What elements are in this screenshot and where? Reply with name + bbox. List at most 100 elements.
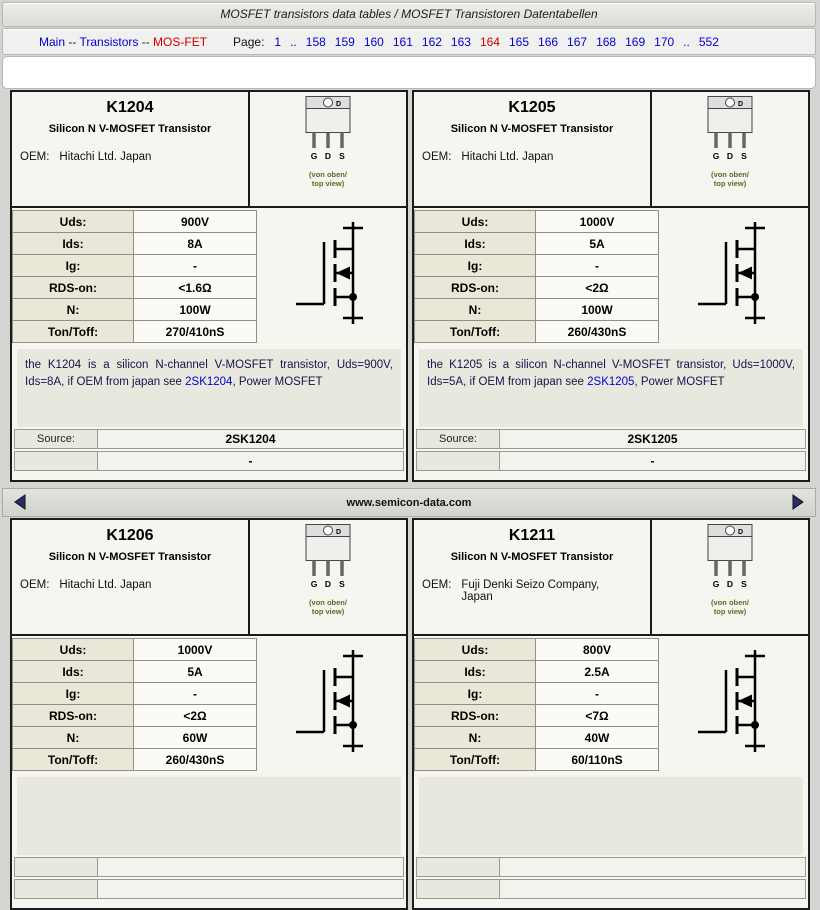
spec-row: Ig: - bbox=[12, 682, 257, 705]
page-link-160[interactable]: 160 bbox=[364, 35, 384, 49]
spec-label: Ton/Toff: bbox=[12, 320, 134, 343]
spec-label: N: bbox=[12, 726, 134, 749]
pin-label-s: S bbox=[339, 579, 345, 589]
page-link-162[interactable]: 162 bbox=[422, 35, 442, 49]
part-link[interactable]: 2SK1205 bbox=[587, 376, 634, 388]
oem-line: OEM: Hitachi Ltd. Japan bbox=[422, 151, 646, 163]
next-page-arrow[interactable] bbox=[789, 493, 807, 511]
spec-row: RDS-on: <7Ω bbox=[414, 704, 659, 727]
spec-value: - bbox=[133, 682, 257, 705]
oem-label: OEM: bbox=[20, 151, 50, 163]
spec-row: Ids: 2.5A bbox=[414, 660, 659, 683]
page-link-1[interactable]: 1 bbox=[274, 35, 281, 49]
to220-package-icon: D G D S bbox=[707, 524, 753, 589]
prev-arrow-icon bbox=[14, 494, 26, 510]
breadcrumb-item-transistors[interactable]: Transistors bbox=[79, 35, 138, 49]
pin-label-g: G bbox=[713, 151, 720, 161]
tab-pin-label: D bbox=[738, 529, 743, 536]
pin-label-d: D bbox=[727, 579, 733, 589]
note-row: - bbox=[14, 451, 404, 471]
spec-label: Uds: bbox=[414, 210, 536, 233]
spec-label: Ton/Toff: bbox=[414, 320, 536, 343]
oem-value: Hitachi Ltd. Japan bbox=[461, 151, 554, 163]
package-note: (von oben/ top view) bbox=[309, 598, 347, 616]
to220-package-icon: D G D S bbox=[305, 96, 351, 161]
spec-value: 60W bbox=[133, 726, 257, 749]
package-drawing: D G D S (von oben/ top view) bbox=[250, 92, 406, 206]
description: the K1204 is a silicon N-channel V-MOSFE… bbox=[17, 349, 401, 427]
spec-row: Ton/Toff: 270/410nS bbox=[12, 320, 257, 343]
spec-row: Uds: 1000V bbox=[414, 210, 659, 233]
spec-label: N: bbox=[12, 298, 134, 321]
spec-row: Ton/Toff: 260/430nS bbox=[12, 748, 257, 771]
spec-value: - bbox=[535, 254, 659, 277]
note-row bbox=[416, 879, 806, 899]
spec-row: N: 100W bbox=[12, 298, 257, 321]
breadcrumb-separator: -- bbox=[138, 34, 154, 49]
source-label: Source: bbox=[14, 429, 98, 449]
spec-row: Uds: 800V bbox=[414, 638, 659, 661]
spec-value: <2Ω bbox=[535, 276, 659, 299]
part-type: Silicon N V-MOSFET Transistor bbox=[48, 551, 212, 563]
page-link-165[interactable]: 165 bbox=[509, 35, 529, 49]
part-link[interactable]: 2SK1204 bbox=[185, 376, 232, 388]
breadcrumb-item-mos-fet[interactable]: MOS-FET bbox=[153, 35, 207, 49]
mosfet-symbol bbox=[257, 208, 406, 343]
page-link-161[interactable]: 161 bbox=[393, 35, 413, 49]
pin-label-g: G bbox=[311, 151, 318, 161]
page-link-163[interactable]: 163 bbox=[451, 35, 471, 49]
part-type: Silicon N V-MOSFET Transistor bbox=[48, 123, 212, 135]
spec-row: N: 60W bbox=[12, 726, 257, 749]
page-link-169[interactable]: 169 bbox=[625, 35, 645, 49]
page-link-166[interactable]: 166 bbox=[538, 35, 558, 49]
package-note-line1: (von oben/ bbox=[711, 598, 749, 607]
page-link-168[interactable]: 168 bbox=[596, 35, 616, 49]
mosfet-symbol bbox=[659, 636, 808, 771]
oem-line: OEM: Hitachi Ltd. Japan bbox=[20, 151, 244, 163]
package-note-line2: top view) bbox=[713, 179, 747, 188]
package-note-line1: (von oben/ bbox=[711, 170, 749, 179]
description-text-after: , Power MOSFET bbox=[634, 376, 725, 389]
spec-value: 1000V bbox=[535, 210, 659, 233]
spec-label: Ids: bbox=[414, 660, 536, 683]
spec-value: 8A bbox=[133, 232, 257, 255]
mosfet-symbol-icon bbox=[697, 222, 765, 324]
spec-label: RDS-on: bbox=[12, 704, 134, 727]
spec-row: Ton/Toff: 260/430nS bbox=[414, 320, 659, 343]
part-number: K1204 bbox=[106, 99, 154, 116]
spec-row: Ids: 5A bbox=[12, 660, 257, 683]
spec-label: Uds: bbox=[12, 210, 134, 233]
card-info: K1211 Silicon N V-MOSFET Transistor OEM:… bbox=[414, 520, 652, 634]
tab-pin-label: D bbox=[336, 529, 341, 536]
source-label bbox=[416, 857, 500, 877]
page-ellipsis: .. bbox=[683, 34, 690, 49]
package-note-line2: top view) bbox=[713, 607, 747, 616]
pin-label-s: S bbox=[741, 579, 747, 589]
spec-table: Uds: 800V Ids: 2.5A Ig: - RDS-on: <7Ω N:… bbox=[414, 638, 659, 771]
tab-pin-label: D bbox=[738, 101, 743, 108]
page-link-164[interactable]: 164 bbox=[480, 35, 500, 49]
spec-value: 1000V bbox=[133, 638, 257, 661]
card-mid: Uds: 1000V Ids: 5A Ig: - RDS-on: <2Ω N: … bbox=[12, 636, 406, 771]
empty-strip bbox=[2, 56, 816, 89]
package-note-line1: (von oben/ bbox=[309, 170, 347, 179]
pin-label-d: D bbox=[325, 151, 331, 161]
cards-row-bottom: K1206 Silicon N V-MOSFET Transistor OEM:… bbox=[10, 518, 810, 910]
spec-label: Uds: bbox=[414, 638, 536, 661]
page-link-167[interactable]: 167 bbox=[567, 35, 587, 49]
prev-page-arrow[interactable] bbox=[11, 493, 29, 511]
spec-label: Ig: bbox=[414, 682, 536, 705]
page-link-552[interactable]: 552 bbox=[699, 35, 719, 49]
package-note: (von oben/ top view) bbox=[309, 170, 347, 188]
page-link-159[interactable]: 159 bbox=[335, 35, 355, 49]
note-label bbox=[14, 451, 98, 471]
breadcrumb-item-main[interactable]: Main bbox=[39, 35, 65, 49]
mosfet-symbol bbox=[257, 636, 406, 771]
oem-label: OEM: bbox=[422, 151, 452, 163]
oem-value: Hitachi Ltd. Japan bbox=[59, 579, 152, 591]
spec-value: <7Ω bbox=[535, 704, 659, 727]
page-link-158[interactable]: 158 bbox=[306, 35, 326, 49]
oem-value: Hitachi Ltd. Japan bbox=[59, 151, 152, 163]
pin-label-d: D bbox=[325, 579, 331, 589]
page-link-170[interactable]: 170 bbox=[654, 35, 674, 49]
